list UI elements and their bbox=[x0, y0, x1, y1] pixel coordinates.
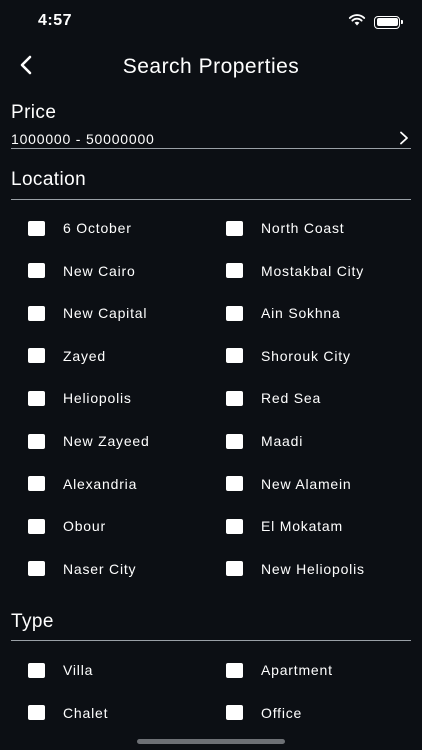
type-option-label: Office bbox=[261, 704, 303, 721]
location-option[interactable]: Zayed bbox=[28, 346, 106, 366]
location-checkbox[interactable] bbox=[28, 263, 45, 279]
price-range-selector[interactable]: 1000000 - 50000000 bbox=[11, 128, 411, 150]
status-bar: 4:57 bbox=[0, 0, 422, 44]
location-checkbox[interactable] bbox=[226, 476, 243, 492]
location-option-label: Maadi bbox=[261, 433, 304, 449]
location-checkbox[interactable] bbox=[226, 518, 243, 534]
type-checkbox[interactable] bbox=[28, 662, 45, 678]
location-divider bbox=[11, 199, 411, 200]
location-checkbox[interactable] bbox=[28, 518, 45, 534]
location-option[interactable]: Mostakbal City bbox=[226, 261, 364, 281]
type-option[interactable]: Chalet bbox=[28, 703, 108, 723]
location-section-title: Location bbox=[11, 169, 87, 190]
location-option-label: Ain Sokhna bbox=[261, 305, 341, 322]
status-icons bbox=[348, 13, 403, 31]
type-divider bbox=[11, 640, 411, 641]
location-option-label: El Mokatam bbox=[261, 518, 343, 535]
location-option-label: Heliopolis bbox=[63, 390, 132, 407]
type-checkbox[interactable] bbox=[226, 662, 243, 678]
price-range-value: 1000000 - 50000000 bbox=[11, 131, 155, 147]
location-checkbox[interactable] bbox=[28, 348, 45, 364]
type-option-label: Apartment bbox=[261, 662, 333, 678]
location-option-label: New Heliopolis bbox=[261, 560, 365, 577]
location-checkbox[interactable] bbox=[226, 263, 243, 279]
location-checkbox[interactable] bbox=[226, 348, 243, 364]
location-option[interactable]: El Mokatam bbox=[226, 516, 343, 536]
location-option[interactable]: Obour bbox=[28, 516, 106, 536]
status-time: 4:57 bbox=[38, 12, 73, 29]
location-checkbox[interactable] bbox=[226, 561, 243, 577]
nav-bar: Search Properties bbox=[0, 44, 422, 90]
location-checkbox[interactable] bbox=[226, 390, 243, 406]
wifi-icon bbox=[348, 13, 366, 31]
type-option[interactable]: Apartment bbox=[226, 660, 333, 680]
location-option-label: Shorouk City bbox=[261, 347, 351, 364]
location-checkbox[interactable] bbox=[28, 390, 45, 406]
page-title: Search Properties bbox=[122, 55, 300, 78]
location-checkbox[interactable] bbox=[28, 220, 45, 236]
price-section-title: Price bbox=[11, 102, 57, 123]
type-option-label: Villa bbox=[63, 662, 94, 678]
location-option-label: Obour bbox=[63, 518, 106, 535]
location-option-label: Zayed bbox=[63, 347, 106, 364]
location-option[interactable]: New Capital bbox=[28, 303, 147, 323]
location-option[interactable]: Heliopolis bbox=[28, 388, 132, 408]
location-option[interactable]: New Alamein bbox=[226, 474, 352, 494]
location-checkbox[interactable] bbox=[226, 433, 243, 449]
type-section-title: Type bbox=[11, 611, 54, 632]
location-option-label: Mostakbal City bbox=[261, 262, 365, 279]
location-option-label: Red Sea bbox=[261, 390, 322, 407]
location-option-label: Naser City bbox=[63, 560, 137, 577]
location-option[interactable]: New Zayeed bbox=[28, 431, 150, 451]
price-divider bbox=[11, 148, 411, 149]
home-indicator bbox=[137, 739, 285, 744]
location-checkbox[interactable] bbox=[28, 561, 45, 577]
type-option[interactable]: Villa bbox=[28, 660, 93, 680]
location-option[interactable]: New Cairo bbox=[28, 261, 136, 281]
location-option-label: New Alamein bbox=[261, 475, 352, 492]
location-option[interactable]: 6 October bbox=[28, 218, 132, 238]
location-checkbox[interactable] bbox=[226, 220, 243, 236]
type-checkbox[interactable] bbox=[226, 705, 243, 721]
type-option[interactable]: Office bbox=[226, 703, 302, 723]
location-checkbox[interactable] bbox=[28, 305, 45, 321]
location-option-label: New Cairo bbox=[63, 262, 136, 279]
location-option-label: New Capital bbox=[63, 305, 148, 322]
location-option-label: 6 October bbox=[63, 220, 132, 236]
battery-icon bbox=[374, 15, 403, 29]
location-checkbox[interactable] bbox=[226, 305, 243, 321]
location-checkbox[interactable] bbox=[28, 476, 45, 492]
location-option[interactable]: Alexandria bbox=[28, 474, 137, 494]
location-option[interactable]: Ain Sokhna bbox=[226, 303, 341, 323]
type-checkbox[interactable] bbox=[28, 705, 45, 721]
location-option-label: Alexandria bbox=[63, 475, 138, 492]
location-option[interactable]: Red Sea bbox=[226, 388, 321, 408]
location-option[interactable]: New Heliopolis bbox=[226, 559, 365, 579]
type-option-label: Chalet bbox=[63, 704, 109, 721]
location-option-label: New Zayeed bbox=[63, 433, 150, 449]
location-option[interactable]: Maadi bbox=[226, 431, 303, 451]
location-option-label: North Coast bbox=[261, 220, 345, 236]
location-option[interactable]: North Coast bbox=[226, 218, 345, 238]
location-checkbox[interactable] bbox=[28, 433, 45, 449]
location-option[interactable]: Naser City bbox=[28, 559, 136, 579]
location-option[interactable]: Shorouk City bbox=[226, 346, 351, 366]
